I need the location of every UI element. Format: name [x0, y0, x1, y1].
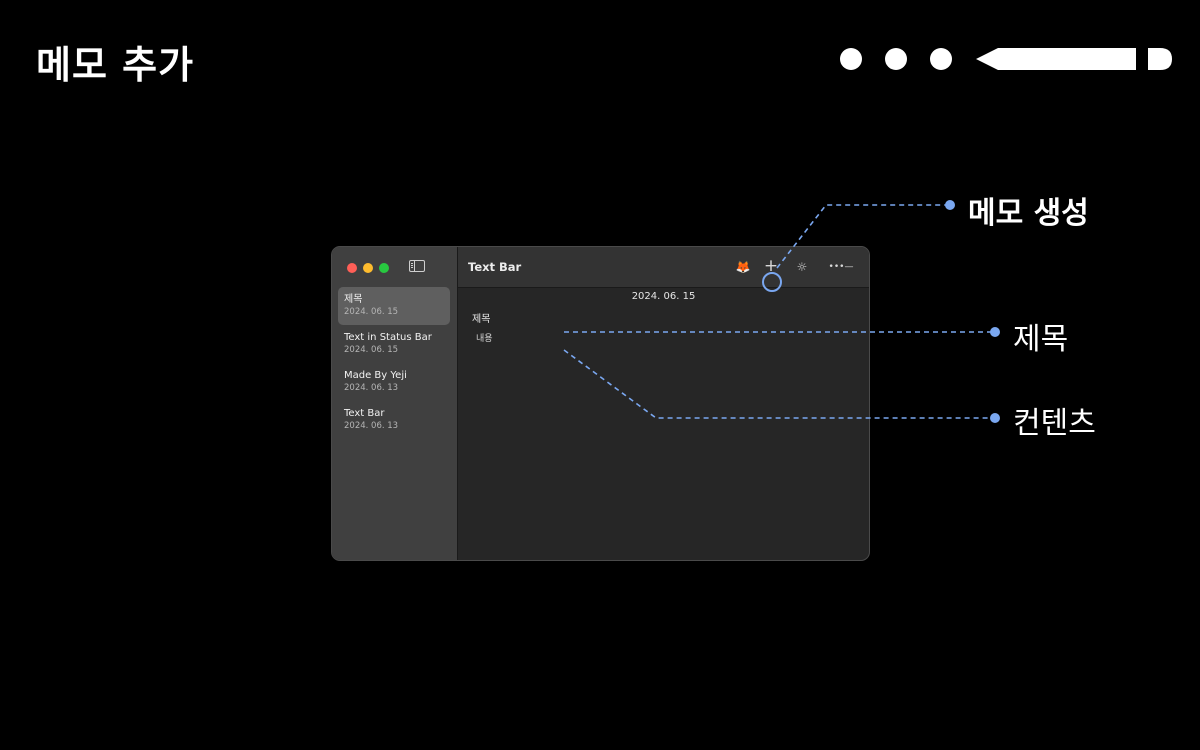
fox-icon[interactable]: 🦊	[733, 257, 753, 277]
note-date: 2024. 06. 13	[344, 421, 399, 431]
more-icon[interactable]: •••—	[824, 257, 858, 277]
memo-body-field[interactable]: 내용	[476, 331, 493, 344]
memo-title-field[interactable]: 제목	[472, 310, 490, 325]
zoom-window-button[interactable]	[379, 263, 389, 273]
sidebar-toggle-icon[interactable]	[409, 260, 425, 272]
app-window: 제목 2024. 06. 15 Text in Status Bar 2024.…	[331, 246, 870, 561]
editor-pane: Text Bar 🦊 + ☼ •••— 2024. 06. 15 제목 내용	[458, 247, 869, 560]
note-title: Made By Yeji	[344, 370, 407, 381]
add-memo-button[interactable]: +	[761, 257, 781, 277]
decoration-dots-pencil	[840, 44, 1172, 74]
memo-date: 2024. 06. 15	[631, 291, 696, 302]
note-title: Text Bar	[344, 408, 385, 419]
minimize-window-button[interactable]	[363, 263, 373, 273]
dot-icon	[885, 48, 907, 70]
sun-icon[interactable]: ☼	[792, 257, 812, 277]
annotation-label-content: 컨텐츠	[1013, 406, 1096, 441]
annotation-dot	[990, 327, 1000, 337]
note-title: 제목	[344, 294, 363, 305]
note-item-0[interactable]: 제목 2024. 06. 15	[338, 287, 450, 325]
note-title: Text in Status Bar	[344, 332, 432, 343]
toolbar-title: Text Bar	[468, 260, 522, 274]
note-date: 2024. 06. 15	[344, 307, 399, 317]
dot-icon	[930, 48, 952, 70]
note-item-1[interactable]: Text in Status Bar 2024. 06. 15	[338, 325, 450, 363]
toolbar: Text Bar 🦊 + ☼ •••—	[458, 247, 869, 288]
note-date: 2024. 06. 13	[344, 383, 399, 393]
pencil-icon	[976, 48, 1172, 70]
note-item-3[interactable]: Text Bar 2024. 06. 13	[338, 401, 450, 439]
note-list: 제목 2024. 06. 15 Text in Status Bar 2024.…	[338, 287, 450, 439]
annotation-dot	[990, 413, 1000, 423]
note-date: 2024. 06. 15	[344, 345, 399, 355]
note-item-2[interactable]: Made By Yeji 2024. 06. 13	[338, 363, 450, 401]
sidebar: 제목 2024. 06. 15 Text in Status Bar 2024.…	[332, 247, 458, 560]
annotation-label-create: 메모 생성	[968, 196, 1089, 231]
annotation-dot	[945, 200, 955, 210]
slide-title: 메모 추가	[36, 43, 195, 87]
annotation-label-title: 제목	[1013, 322, 1069, 357]
close-window-button[interactable]	[347, 263, 357, 273]
dot-icon	[840, 48, 862, 70]
